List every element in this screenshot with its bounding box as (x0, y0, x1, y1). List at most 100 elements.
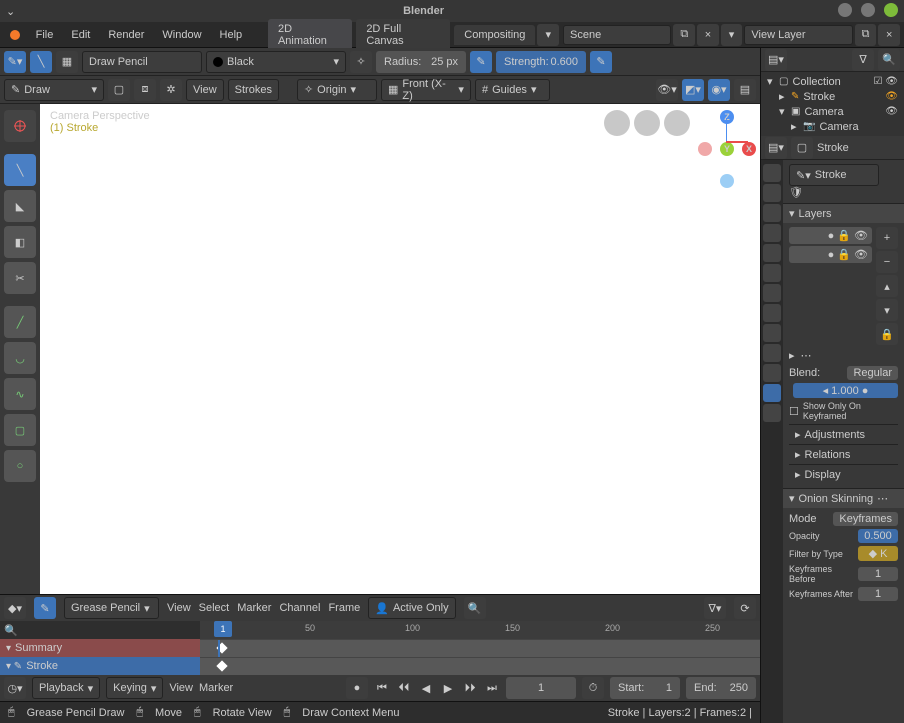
tab-scene[interactable] (763, 244, 781, 262)
channel-stroke[interactable]: ▾ ✎ Stroke (0, 657, 200, 675)
onion-mode-dropdown[interactable]: Keyframes (833, 512, 898, 526)
autokey-menu-icon[interactable]: ⋯ (801, 349, 812, 362)
axis-gizmo[interactable]: Z Y X (702, 110, 752, 190)
brush-preview-icon[interactable]: ▦ (56, 51, 78, 73)
interaction-mode-dropdown[interactable]: ✎ Draw▾ (4, 79, 104, 101)
radius-field[interactable]: Radius:25 px (376, 51, 466, 73)
tool-cutter[interactable]: ✂ (4, 262, 36, 294)
show-only-label[interactable]: Show Only On Keyframed (803, 401, 898, 421)
menu-help[interactable]: Help (212, 25, 251, 45)
nav-pan-icon[interactable] (634, 110, 660, 136)
tab-effects[interactable] (763, 324, 781, 342)
tl-menu-frame[interactable]: Frame (328, 602, 360, 614)
keyfr-after-field[interactable]: 1 (858, 587, 898, 601)
subpanel-adjustments[interactable]: ▸ Adjustments (789, 424, 898, 444)
tl-menu-view[interactable]: View (167, 602, 191, 614)
editor-type-icon[interactable]: ◆▾ (4, 597, 26, 619)
track-stroke[interactable] (200, 657, 760, 675)
tab-render[interactable] (763, 184, 781, 202)
jump-start-button[interactable]: ⏮ (374, 680, 390, 696)
brush-name-dropdown[interactable]: Draw Pencil (82, 51, 202, 73)
pin-material-icon[interactable]: ✧ (350, 51, 372, 73)
tab-modifier[interactable] (763, 304, 781, 322)
play-button[interactable]: ▶ (440, 680, 456, 696)
tab-world[interactable] (763, 264, 781, 282)
menu-window[interactable]: Window (154, 25, 209, 45)
tab-tool[interactable] (763, 164, 781, 182)
timeline-ruler[interactable]: 1 50 100 150 200 250 (200, 621, 760, 639)
viewlayer-browse-icon[interactable]: ▾ (721, 24, 743, 46)
workspace-tab-2d-animation[interactable]: 2D Animation (268, 19, 352, 51)
outliner-item-collection[interactable]: ▾▢ Collection☑ 👁 (765, 74, 900, 89)
scene-name-field[interactable]: Scene (563, 25, 671, 45)
mode-selector[interactable]: ✎▾ (4, 51, 26, 73)
auto-keying-toggle[interactable]: ● (346, 677, 368, 699)
strength-field[interactable]: Strength:0.600 (496, 51, 586, 73)
tab-material[interactable] (763, 404, 781, 422)
tl-realtime-icon[interactable]: ⟳ (734, 597, 756, 619)
tab-output[interactable] (763, 204, 781, 222)
panel-layers-header[interactable]: ▾ Layers (783, 203, 904, 223)
tl-menu-select[interactable]: Select (199, 602, 230, 614)
strokes-menu[interactable]: Strokes (228, 79, 279, 101)
radius-pressure-toggle[interactable]: ✎ (470, 51, 492, 73)
menu-file[interactable]: File (28, 25, 62, 45)
tab-data[interactable] (763, 384, 781, 402)
gp-mode-icon[interactable]: ✎ (34, 597, 56, 619)
workspace-tab-2d-full-canvas[interactable]: 2D Full Canvas (356, 19, 450, 51)
properties-type-icon[interactable]: ▤▾ (765, 137, 787, 159)
layer-opacity-field[interactable]: ◂ 1.000 ● (793, 383, 898, 398)
viewlayer-delete-button[interactable]: × (878, 24, 900, 46)
tool-fill[interactable]: ◣ (4, 190, 36, 222)
blender-icon[interactable] (4, 24, 26, 46)
menu-render[interactable]: Render (100, 25, 152, 45)
blend-value-dropdown[interactable]: Regular (847, 366, 898, 380)
viewport-3d[interactable]: Camera Perspective (1) Stroke Z Y X (40, 104, 760, 594)
layer-isolate-icon[interactable]: ▢ (108, 79, 130, 101)
guides-dropdown[interactable]: # Guides ▾ (475, 79, 550, 101)
window-maximize-button[interactable] (861, 3, 875, 17)
gp-layer-row-1[interactable]: ● 🔒 👁 (789, 227, 872, 244)
tool-erase[interactable]: ◧ (4, 226, 36, 258)
scene-delete-button[interactable]: × (697, 24, 719, 46)
window-minimize-button[interactable] (838, 3, 852, 17)
os-menu-icon[interactable]: ⌄ (6, 5, 15, 18)
jump-end-button[interactable]: ⏭ (484, 680, 500, 696)
layer-add-button[interactable]: + (876, 227, 898, 249)
tool-circle[interactable]: ○ (4, 450, 36, 482)
onion-skin-icon[interactable]: ✲ (160, 79, 182, 101)
playhead[interactable]: 1 (214, 621, 232, 637)
keyfr-before-field[interactable]: 1 (858, 567, 898, 581)
scene-new-button[interactable]: ⧉ (673, 24, 695, 46)
tool-arc[interactable]: ◡ (4, 342, 36, 374)
nav-camera-icon[interactable] (604, 110, 630, 136)
options-icon[interactable]: ▤ (734, 79, 756, 101)
tool-curve[interactable]: ∿ (4, 378, 36, 410)
filter-active-only[interactable]: 👤 Active Only (368, 597, 455, 619)
tab-constraints[interactable] (763, 364, 781, 382)
stroke-origin-dropdown[interactable]: ✧ Origin ▾ (297, 79, 377, 101)
play-reverse-button[interactable]: ◀ (418, 680, 434, 696)
tool-line[interactable]: ╱ (4, 306, 36, 338)
viewlayer-new-button[interactable]: ⧉ (855, 24, 877, 46)
track-summary[interactable] (200, 639, 760, 657)
strength-pressure-toggle[interactable]: ✎ (590, 51, 612, 73)
gp-mode-dropdown[interactable]: Grease Pencil ▾ (64, 597, 159, 619)
onion-filter-dropdown[interactable]: ◆ K (858, 546, 898, 561)
tool-cursor[interactable] (4, 110, 36, 142)
keyframe-prev-button[interactable]: ⏴⏴ (396, 680, 412, 696)
outliner-item-stroke[interactable]: ▸✎ Stroke👁 (765, 89, 900, 104)
editor-type-icon-2[interactable]: ◷▾ (4, 677, 26, 699)
autokey-play-icon[interactable]: ▸ (789, 349, 795, 362)
tab-object[interactable] (763, 284, 781, 302)
scene-browse-icon[interactable]: ▾ (537, 24, 559, 46)
layer-up-button[interactable]: ▴ (876, 275, 898, 297)
frame-end-field[interactable]: End:250 (686, 677, 756, 699)
tool-box[interactable]: ▢ (4, 414, 36, 446)
datablock-name-field[interactable]: ✎▾ Stroke (789, 164, 879, 186)
outliner-type-icon[interactable]: ▤▾ (765, 49, 787, 71)
current-frame-field[interactable]: 1 (506, 677, 576, 699)
window-close-button[interactable] (884, 3, 898, 17)
tl-search-icon[interactable]: 🔍 (464, 597, 486, 619)
tl-channel-search-icon[interactable]: 🔍 (4, 624, 18, 637)
